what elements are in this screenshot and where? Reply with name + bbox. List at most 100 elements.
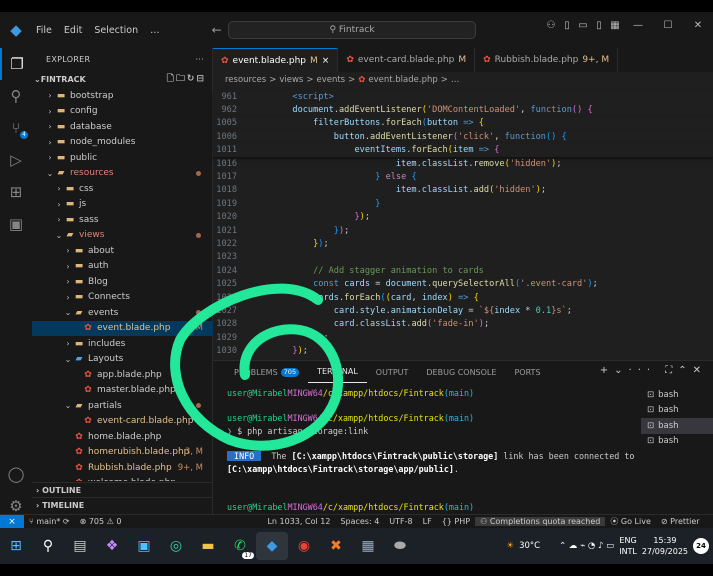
tree-item[interactable]: ✿ event.blade.php M (32, 320, 213, 336)
end-of-line[interactable]: LF (418, 517, 437, 526)
code-line[interactable]: 1005 filterButtons.forEach(button => { (213, 116, 713, 131)
indentation[interactable]: Spaces: 4 (335, 517, 384, 526)
breadcrumb-item[interactable]: events (316, 75, 345, 85)
menu-selection[interactable]: Selection (88, 25, 144, 36)
tree-item[interactable]: ✿ home.blade.php (32, 429, 213, 445)
misc-app-icon[interactable]: ⬬ (384, 532, 416, 560)
remote-indicator[interactable]: ⨯ (0, 514, 24, 528)
tree-item[interactable]: › ▬ Blog (32, 274, 213, 290)
tree-item[interactable]: › ▬ config (32, 104, 213, 120)
code-line[interactable]: 1026 cards.forEach((card, index) => { (213, 291, 713, 304)
panel-tab[interactable]: TERMINAL (308, 361, 367, 383)
editor-tab[interactable]: ✿ event-card.blade.php M (338, 48, 476, 72)
whatsapp-icon[interactable]: ✆ 17 (224, 532, 256, 560)
remote-explorer-icon[interactable]: ▣ (0, 208, 32, 240)
search-taskbar-icon[interactable]: ⚲ (32, 532, 64, 560)
customize-layout-icon[interactable]: ▦ (607, 20, 623, 31)
breadcrumb-item[interactable]: views (279, 75, 303, 85)
code-view[interactable]: 961 <script> 962 document.addEventListene… (213, 90, 713, 358)
outline-section[interactable]: › OUTLINE (32, 482, 213, 497)
cursor-position[interactable]: Ln 1033, Col 12 (262, 517, 335, 526)
run-debug-icon[interactable]: ▷ (0, 144, 32, 176)
panel-tab[interactable]: DEBUG CONSOLE (417, 361, 505, 383)
tree-item[interactable]: ⌄ ▰ resources (32, 166, 213, 182)
code-line[interactable]: 1011 eventItems.forEach(item => { (213, 143, 713, 157)
menu-file[interactable]: File (30, 25, 58, 36)
back-arrow-icon[interactable]: ← (212, 23, 230, 37)
source-control-icon[interactable]: ⑂ 4 (0, 112, 32, 144)
code-line[interactable]: 1027 card.style.animationDelay = `${inde… (213, 304, 713, 317)
branch-status[interactable]: ⑂ main* ⟳ (24, 517, 75, 526)
maximize-icon[interactable]: ☐ (653, 20, 683, 31)
app-icon[interactable]: ▦ (352, 532, 384, 560)
store-icon[interactable]: ▣ (128, 532, 160, 560)
close-icon[interactable]: ✕ (683, 20, 713, 31)
breadcrumb-item[interactable]: resources (225, 75, 266, 85)
code-line[interactable]: 1028 card.classList.add('fade-in'); (213, 318, 713, 331)
breadcrumb-item[interactable]: event.blade.php (368, 75, 437, 85)
prettier[interactable]: ⊘ Prettier (656, 517, 705, 526)
tree-item[interactable]: › ▬ public (32, 150, 213, 166)
vscode-taskbar-icon[interactable]: ◆ (256, 532, 288, 560)
menu-more[interactable]: … (144, 25, 166, 36)
explorer-toolbar[interactable]: 🗋🗀↻⊟ (167, 71, 212, 87)
edge-icon[interactable]: ◎ (160, 532, 192, 560)
tree-item[interactable]: › ▬ bootstrap (32, 88, 213, 104)
tree-item[interactable]: ⌄ ▰ views (32, 228, 213, 244)
code-line[interactable]: 1023 (213, 251, 713, 264)
code-line[interactable]: 1017 } else { (213, 170, 713, 183)
code-line[interactable]: 1006 button.addEventListener('click', fu… (213, 130, 713, 144)
extensions-icon[interactable]: ⊞ (0, 176, 32, 208)
more-actions-icon[interactable]: ··· (195, 55, 204, 64)
task-view-icon[interactable]: ▤ (64, 532, 96, 560)
layout-sidebar-icon[interactable]: ▯ (559, 20, 575, 31)
account-icon[interactable]: ◯ (0, 458, 32, 490)
tree-item[interactable]: › ▬ includes (32, 336, 213, 352)
language-indicator[interactable]: ENG INTL (619, 535, 637, 557)
workspace-section[interactable]: ⌄ FINTRACK 🗋🗀↻⊟ (32, 70, 212, 88)
panel-tab[interactable]: PROBLEMS 705 (225, 361, 308, 383)
weather-temp[interactable]: 30°C (519, 541, 540, 551)
layout-secondary-icon[interactable]: ▯ (591, 20, 607, 31)
code-line[interactable]: 1018 item.classList.add('hidden'); (213, 184, 713, 197)
copilot-taskbar-icon[interactable]: ❖ (96, 532, 128, 560)
notification-badge[interactable]: 24 (693, 538, 709, 554)
tree-item[interactable]: ✿welcome.blade.php (32, 476, 213, 481)
file-explorer-icon[interactable]: ▬ (192, 532, 224, 560)
code-line[interactable]: 1016 item.classList.remove('hidden'); (213, 157, 713, 170)
command-center-search[interactable]: ⚲ Fintrack (228, 21, 476, 39)
breadcrumb-item[interactable]: … (451, 75, 460, 85)
explorer-icon[interactable]: ❐ (0, 48, 32, 80)
copilot-quota[interactable]: ⚇ Completions quota reached (475, 517, 606, 526)
search-view-icon[interactable]: ⚲ (0, 80, 32, 112)
panel-tab[interactable]: OUTPUT (367, 361, 418, 383)
minimize-icon[interactable]: — (623, 20, 653, 31)
tree-item[interactable]: ✿ event-card.blade.php M (32, 414, 213, 430)
panel-toolbar[interactable]: +⌄··· ⛶⌃✕ (600, 365, 707, 376)
tree-item[interactable]: ⌄ ▰ Layouts (32, 352, 213, 368)
go-live[interactable]: ⦿ Go Live (605, 516, 656, 527)
code-line[interactable]: 1024 // Add stagger animation to cards (213, 264, 713, 277)
tree-item[interactable]: › ▬ about (32, 243, 213, 259)
code-line[interactable]: 1029 }); (213, 331, 713, 344)
timeline-section[interactable]: › TIMELINE (32, 497, 213, 512)
code-line[interactable]: 1025 const cards = document.querySelecto… (213, 277, 713, 290)
code-line[interactable]: 1030 }); (213, 344, 713, 357)
code-line[interactable]: 1022 }); (213, 237, 713, 250)
terminal-session[interactable]: ⊡ bash (641, 403, 713, 419)
clock[interactable]: 15:39 27/09/2025 (642, 535, 688, 557)
terminal-session[interactable]: ⊡ bash (641, 418, 713, 434)
code-line[interactable]: 962 document.addEventListener('DOMConten… (213, 103, 713, 117)
code-line[interactable]: 961 <script> (213, 90, 713, 104)
close-tab-icon[interactable]: × (322, 56, 330, 66)
tree-item[interactable]: ✿ master.blade.php (32, 383, 213, 399)
copilot-icon[interactable]: ⚇ (543, 20, 559, 31)
encoding[interactable]: UTF-8 (384, 517, 417, 526)
terminal-session[interactable]: ⊡ bash (641, 387, 713, 403)
terminal-output[interactable]: user@Mirabel MINGW64 /c/xampp/htdocs/Fin… (227, 387, 634, 526)
start-icon[interactable]: ⊞ (0, 532, 32, 560)
weather-icon[interactable]: ☀ (506, 541, 514, 551)
menu-edit[interactable]: Edit (58, 25, 88, 36)
tree-item[interactable]: ✿ app.blade.php (32, 367, 213, 383)
tree-item[interactable]: › ▬ js (32, 197, 213, 213)
